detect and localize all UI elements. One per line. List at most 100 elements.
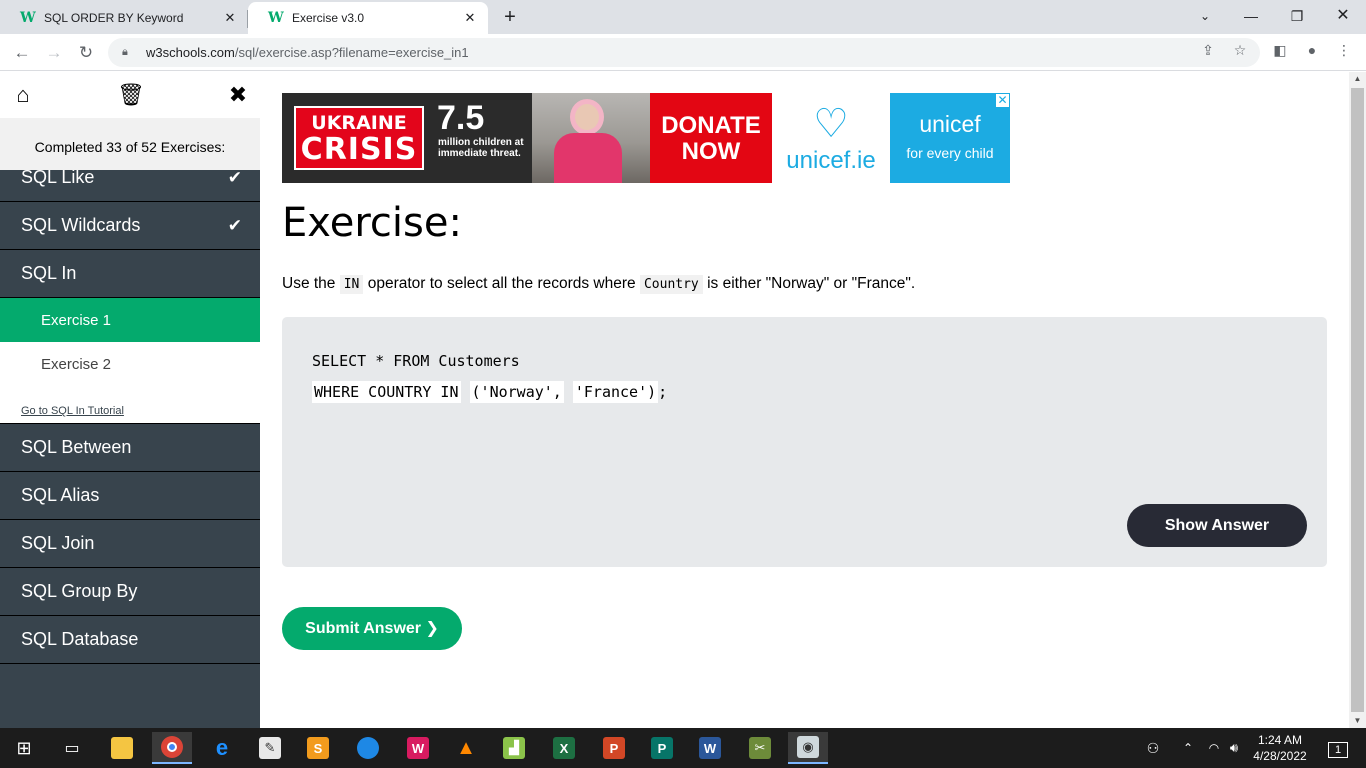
- back-icon[interactable]: ←: [8, 39, 36, 67]
- edge-icon[interactable]: e: [202, 732, 242, 764]
- sidebar-item-sql-between[interactable]: SQL Between: [0, 424, 260, 472]
- sidebar-subitem-exercise-2[interactable]: Exercise 2: [0, 342, 260, 386]
- answer-input-3[interactable]: 'France'): [572, 381, 659, 403]
- show-answer-button[interactable]: Show Answer: [1127, 504, 1307, 547]
- browser-tab-bar: W SQL ORDER BY Keyword ✕ W Exercise v3.0…: [0, 0, 1366, 34]
- answer-input-1[interactable]: WHERE COUNTRY IN: [312, 381, 461, 403]
- profile-avatar-icon[interactable]: ●: [1300, 38, 1324, 62]
- instruction-code: IN: [339, 275, 364, 294]
- sidebar-item-sql-alias[interactable]: SQL Alias: [0, 472, 260, 520]
- notification-count: 1: [1328, 742, 1348, 758]
- exercise-sidebar: SQL Like ✔ SQL Wildcards ✔ SQL In Exerci…: [0, 72, 260, 728]
- sidebar-item-label: SQL Join: [21, 533, 95, 553]
- sublime-text-icon[interactable]: S: [298, 732, 338, 764]
- page-scrollbar[interactable]: ▲ ▼: [1349, 72, 1366, 728]
- lock-icon: 🔒︎: [122, 46, 128, 58]
- sidebar-item-sql-database[interactable]: SQL Database: [0, 616, 260, 664]
- url-host: w3schools.com: [146, 45, 235, 60]
- child-coat-shape: [554, 133, 622, 183]
- code-line-1: SELECT * FROM Customers: [312, 352, 520, 370]
- donate-now-button[interactable]: DONATE NOW: [650, 93, 772, 183]
- tab-sql-order-by[interactable]: W SQL ORDER BY Keyword ✕: [0, 2, 248, 34]
- sidebar-item-sql-wildcards[interactable]: SQL Wildcards ✔: [0, 202, 260, 250]
- w3schools-icon: W: [20, 10, 36, 26]
- sidebar-item-label: SQL Between: [21, 437, 132, 457]
- scroll-down-icon[interactable]: ▼: [1349, 714, 1366, 728]
- code-semicolon: ;: [658, 383, 668, 401]
- close-icon[interactable]: ✖: [225, 82, 251, 108]
- app-icon-chart[interactable]: ▟: [494, 732, 534, 764]
- address-bar[interactable]: 🔒︎ w3schools.com/sql/exercise.asp?filena…: [108, 38, 1260, 67]
- sidebar-item-label: SQL Wildcards: [21, 215, 141, 235]
- sidebar-item-label: SQL Alias: [21, 485, 100, 505]
- powerpoint-icon[interactable]: P: [594, 732, 634, 764]
- publisher-icon[interactable]: P: [642, 732, 682, 764]
- chrome-icon[interactable]: [152, 732, 192, 764]
- close-window-button[interactable]: ✕: [1320, 0, 1366, 32]
- wamp-icon[interactable]: W: [398, 732, 438, 764]
- child-photo: [532, 93, 650, 183]
- sidebar-item-label: SQL Group By: [21, 581, 138, 601]
- people-icon[interactable]: ⚇: [1142, 728, 1164, 768]
- ad-site: unicef.ie: [786, 147, 876, 174]
- restore-button[interactable]: ❐: [1274, 0, 1320, 32]
- answer-input-2[interactable]: ('Norway',: [469, 381, 564, 403]
- reload-icon[interactable]: ↻: [72, 39, 100, 67]
- code-line-2: WHERE COUNTRY IN ('Norway', 'France');: [312, 381, 668, 403]
- new-tab-button[interactable]: +: [499, 6, 521, 28]
- home-icon[interactable]: ⌂: [10, 82, 36, 108]
- wifi-icon[interactable]: ◠: [1204, 728, 1224, 768]
- app-icon-tool[interactable]: ✂: [740, 732, 780, 764]
- tray-chevron-icon[interactable]: ⌃: [1178, 728, 1198, 768]
- ad-close-icon[interactable]: ✕: [995, 93, 1010, 108]
- menu-kebab-icon[interactable]: ⋮: [1332, 38, 1356, 62]
- child-head-shape: [570, 99, 604, 135]
- sidebar-item-sql-in[interactable]: SQL In: [0, 250, 260, 298]
- ad-stat-text: million children at immediate threat.: [438, 137, 524, 159]
- sidebar-item-label: SQL Like: [21, 167, 95, 187]
- heart-icon: ♡: [813, 102, 849, 146]
- tab-search-icon[interactable]: ⌄: [1182, 0, 1228, 32]
- trash-icon[interactable]: 🗑︎: [117, 82, 145, 108]
- instruction-text: Use the: [282, 275, 336, 292]
- word-icon[interactable]: W: [690, 732, 730, 764]
- tutorial-link[interactable]: Go to SQL In Tutorial: [0, 386, 260, 424]
- tab-exercise[interactable]: W Exercise v3.0 ✕: [248, 2, 488, 34]
- page-title: Exercise:: [282, 200, 462, 246]
- paint-palette-icon[interactable]: ◉: [788, 732, 828, 764]
- close-tab-icon[interactable]: ✕: [222, 10, 238, 26]
- vlc-icon[interactable]: ▲: [446, 732, 486, 764]
- share-icon[interactable]: ⇪: [1196, 38, 1220, 62]
- system-clock[interactable]: 1:24 AM 4/28/2022: [1246, 732, 1314, 764]
- app-icon-blue[interactable]: [348, 732, 388, 764]
- code-editor: SELECT * FROM Customers WHERE COUNTRY IN…: [282, 317, 1327, 567]
- sidebar-subitem-exercise-1[interactable]: Exercise 1: [0, 298, 260, 342]
- minimize-button[interactable]: —: [1228, 0, 1274, 32]
- checkmark-icon: ✔: [227, 216, 242, 235]
- bookmark-star-icon[interactable]: ☆: [1228, 38, 1252, 62]
- app-icon-paint[interactable]: ✎: [250, 732, 290, 764]
- sidebar-item-sql-group-by[interactable]: SQL Group By: [0, 568, 260, 616]
- close-tab-icon[interactable]: ✕: [462, 10, 478, 26]
- sidebar-item-label: SQL Database: [21, 629, 139, 649]
- sidebar-subitem-label: Exercise 2: [41, 355, 112, 373]
- ad-banner[interactable]: UKRAINE CRISIS 7.5 million children at i…: [282, 93, 1010, 183]
- crisis-badge: UKRAINE CRISIS: [294, 106, 424, 170]
- url-path: /sql/exercise.asp?filename=exercise_in1: [234, 45, 469, 60]
- file-explorer-icon[interactable]: [102, 732, 142, 764]
- task-view-icon[interactable]: ▭: [52, 732, 92, 764]
- scroll-up-icon[interactable]: ▲: [1349, 72, 1366, 86]
- unicef-ie-panel: ♡ unicef.ie: [772, 93, 890, 183]
- scroll-thumb[interactable]: [1351, 88, 1364, 712]
- windows-start-icon[interactable]: ⊞: [4, 732, 44, 764]
- submit-answer-button[interactable]: Submit Answer ❯: [282, 607, 462, 650]
- excel-icon[interactable]: X: [544, 732, 584, 764]
- sidebar-item-sql-join[interactable]: SQL Join: [0, 520, 260, 568]
- forward-icon[interactable]: →: [40, 39, 68, 67]
- ad-dark-panel: UKRAINE CRISIS 7.5 million children at i…: [282, 93, 650, 183]
- volume-icon[interactable]: 🔊︎: [1224, 728, 1244, 768]
- sidebar-header: ⌂ 🗑︎ ✖ Completed 33 of 52 Exercises:: [0, 72, 260, 170]
- w3schools-icon: W: [268, 10, 284, 26]
- notification-icon[interactable]: 1: [1318, 728, 1358, 768]
- side-panel-icon[interactable]: ◧: [1268, 38, 1292, 62]
